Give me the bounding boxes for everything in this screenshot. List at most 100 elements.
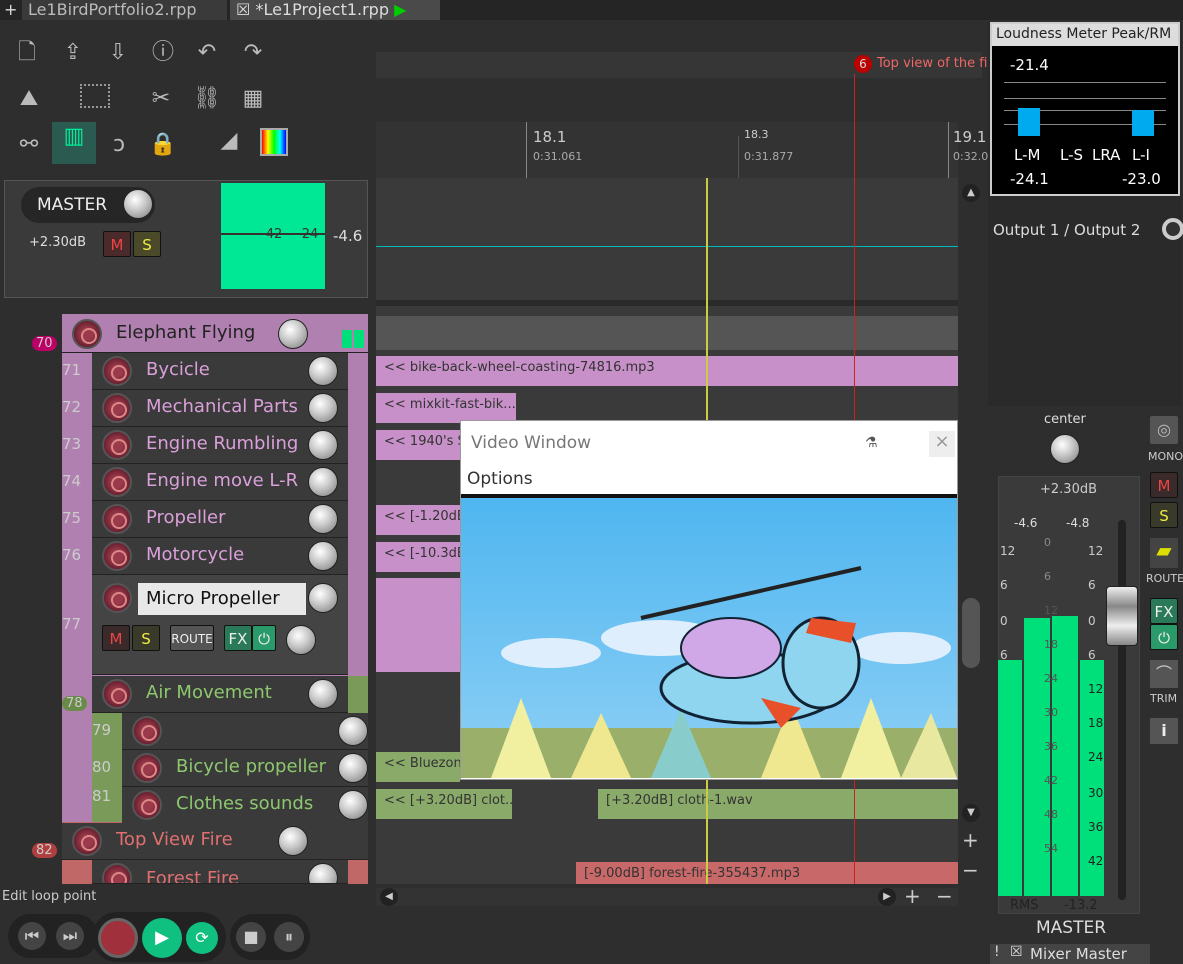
loudness-meter[interactable]: Loudness Meter Peak/RM -21.4 L-M L-S LRA… <box>990 22 1180 196</box>
volume-knob[interactable] <box>308 504 338 534</box>
loop-icon[interactable]: ↄ <box>104 130 134 160</box>
redo-icon[interactable]: ↷ <box>238 38 268 68</box>
audio-clip[interactable]: << 1940's S <box>376 430 460 460</box>
track-row[interactable]: 83 Forest Fire <box>92 860 348 884</box>
split-icon[interactable]: ✂ <box>146 84 176 114</box>
master-solo-button[interactable]: S <box>133 231 161 257</box>
info-icon[interactable]: ⓘ <box>148 38 178 68</box>
new-file-icon[interactable]: 🗋 <box>12 38 42 68</box>
volume-knob[interactable] <box>308 583 338 613</box>
audio-clip[interactable]: << bike-back-wheel-coasting-74816.mp3 <box>376 356 958 386</box>
track-name[interactable]: Clothes sounds <box>176 793 313 814</box>
volume-fader[interactable] <box>1106 586 1138 646</box>
record-arm-button[interactable] <box>72 826 102 856</box>
track-row[interactable]: 74 Engine move L-R <box>62 464 348 501</box>
record-button[interactable] <box>98 918 138 958</box>
pause-button[interactable]: ⏸ <box>274 922 304 952</box>
marker-number[interactable]: 6 <box>854 55 872 73</box>
close-icon[interactable]: × <box>929 431 955 457</box>
record-arm-button[interactable] <box>132 753 162 783</box>
track-name[interactable]: Mechanical Parts <box>146 396 298 417</box>
tab-project1[interactable]: ☒ *Le1Project1.rpp ▶ <box>230 0 440 20</box>
audio-clip[interactable] <box>376 578 460 672</box>
record-arm-button[interactable] <box>102 393 132 423</box>
color-theme-icon[interactable] <box>260 128 288 156</box>
output-knob[interactable] <box>1162 218 1183 240</box>
fader-track[interactable] <box>1118 520 1126 900</box>
pan-knob[interactable] <box>1050 434 1080 464</box>
ripple-icon[interactable]: ⚯ <box>14 130 44 160</box>
track-name[interactable]: Top View Fire <box>116 829 233 850</box>
pin-icon[interactable]: ⚗ <box>865 435 878 451</box>
audio-clip[interactable]: [+3.20dB] cloth-1.wav <box>598 789 958 819</box>
track-row[interactable]: 81 Clothes sounds <box>92 787 368 824</box>
mixer-fx-bypass-button[interactable]: ⏻ <box>1150 624 1178 650</box>
volume-knob[interactable] <box>338 716 368 746</box>
volume-knob[interactable] <box>308 467 338 497</box>
track-name[interactable]: Micro Propeller <box>146 588 280 609</box>
envelope-icon[interactable]: ◢ <box>214 126 244 156</box>
audio-clip[interactable]: << Bluezon <box>376 752 460 782</box>
zoom-in-icon[interactable]: + <box>962 828 979 852</box>
horizontal-scrollbar[interactable] <box>376 888 958 906</box>
scroll-up-icon[interactable]: ▲ <box>962 184 980 202</box>
volume-knob[interactable] <box>338 790 368 820</box>
track-row[interactable]: 79 <box>92 713 368 750</box>
snap-grid-icon[interactable]: ▥ <box>52 122 96 164</box>
mixer-solo-button[interactable]: S <box>1150 502 1178 528</box>
record-arm-button[interactable] <box>102 504 132 534</box>
master-mute-button[interactable]: M <box>103 231 131 257</box>
track-row[interactable]: 80 Bicycle propeller <box>92 750 368 787</box>
track-name[interactable]: Bycicle <box>146 359 210 380</box>
track-name[interactable]: Propeller <box>146 507 226 528</box>
stop-button[interactable]: ■ <box>236 922 266 952</box>
track-row[interactable]: 73 Engine Rumbling <box>62 427 348 464</box>
mixer-fx-button[interactable]: FX <box>1150 598 1178 624</box>
vertical-scrollbar[interactable] <box>962 598 980 668</box>
save-download-icon[interactable]: ⇩ <box>103 38 133 68</box>
record-arm-button[interactable] <box>102 679 132 709</box>
skip-end-icon[interactable]: ⏭ <box>56 922 84 950</box>
undo-icon[interactable]: ↶ <box>192 38 222 68</box>
track-row[interactable]: 72 Mechanical Parts <box>62 390 348 427</box>
route-icon[interactable]: ▰ <box>1150 538 1178 568</box>
timeline-ruler[interactable]: 18.1 0:31.061 18.3 0:31.877 19.1 0:32.0 <box>376 122 988 178</box>
open-upload-icon[interactable]: ⇪ <box>58 38 88 68</box>
track-name[interactable]: Engine move L-R <box>146 470 298 491</box>
volume-knob[interactable] <box>278 319 308 349</box>
track-name[interactable]: Bicycle propeller <box>176 756 326 777</box>
audio-clip[interactable]: << [-1.20dB <box>376 505 460 535</box>
pan-knob[interactable] <box>286 625 316 655</box>
track-name[interactable]: Air Movement <box>146 682 272 703</box>
hzoom-out-icon[interactable]: − <box>936 884 953 908</box>
record-arm-button[interactable] <box>102 467 132 497</box>
mute-button[interactable]: M <box>102 625 130 651</box>
video-window[interactable]: Video Window ⚗ × Options <box>460 420 958 780</box>
mixer-tab-close-icon[interactable]: ☒ <box>1010 944 1023 960</box>
track-row[interactable]: 76 Motorcycle <box>62 538 348 575</box>
volume-knob[interactable] <box>278 826 308 856</box>
audio-clip[interactable]: << [+3.20dB] clot... <box>376 789 512 819</box>
close-tab-icon[interactable]: ☒ <box>236 0 250 19</box>
play-button[interactable]: ▶ <box>142 918 182 958</box>
record-arm-button[interactable] <box>72 319 102 349</box>
volume-knob[interactable] <box>308 430 338 460</box>
select-region-icon[interactable] <box>80 84 110 108</box>
info-button[interactable]: i <box>1150 718 1178 744</box>
new-tab-button[interactable]: + <box>4 0 17 19</box>
track-row[interactable]: 82 Top View Fire <box>32 823 368 860</box>
volume-knob[interactable] <box>308 541 338 571</box>
metronome-icon[interactable]: ⛰ <box>14 84 44 114</box>
scroll-right-icon[interactable]: ▶ <box>878 888 896 906</box>
fx-bypass-button[interactable]: ⏻ <box>252 625 276 651</box>
track-name[interactable]: Forest Fire <box>146 868 239 883</box>
record-arm-button[interactable] <box>132 790 162 820</box>
master-volume-knob[interactable] <box>123 189 153 219</box>
solo-button[interactable]: S <box>132 625 160 651</box>
fx-button[interactable]: FX <box>224 625 252 651</box>
output-label[interactable]: Output 1 / Output 2 <box>993 221 1140 239</box>
folder-waveform-lane[interactable] <box>376 316 958 350</box>
track-name[interactable]: Motorcycle <box>146 544 244 565</box>
grid-icon[interactable]: ▦ <box>238 84 268 114</box>
scroll-left-icon[interactable]: ◀ <box>380 888 398 906</box>
